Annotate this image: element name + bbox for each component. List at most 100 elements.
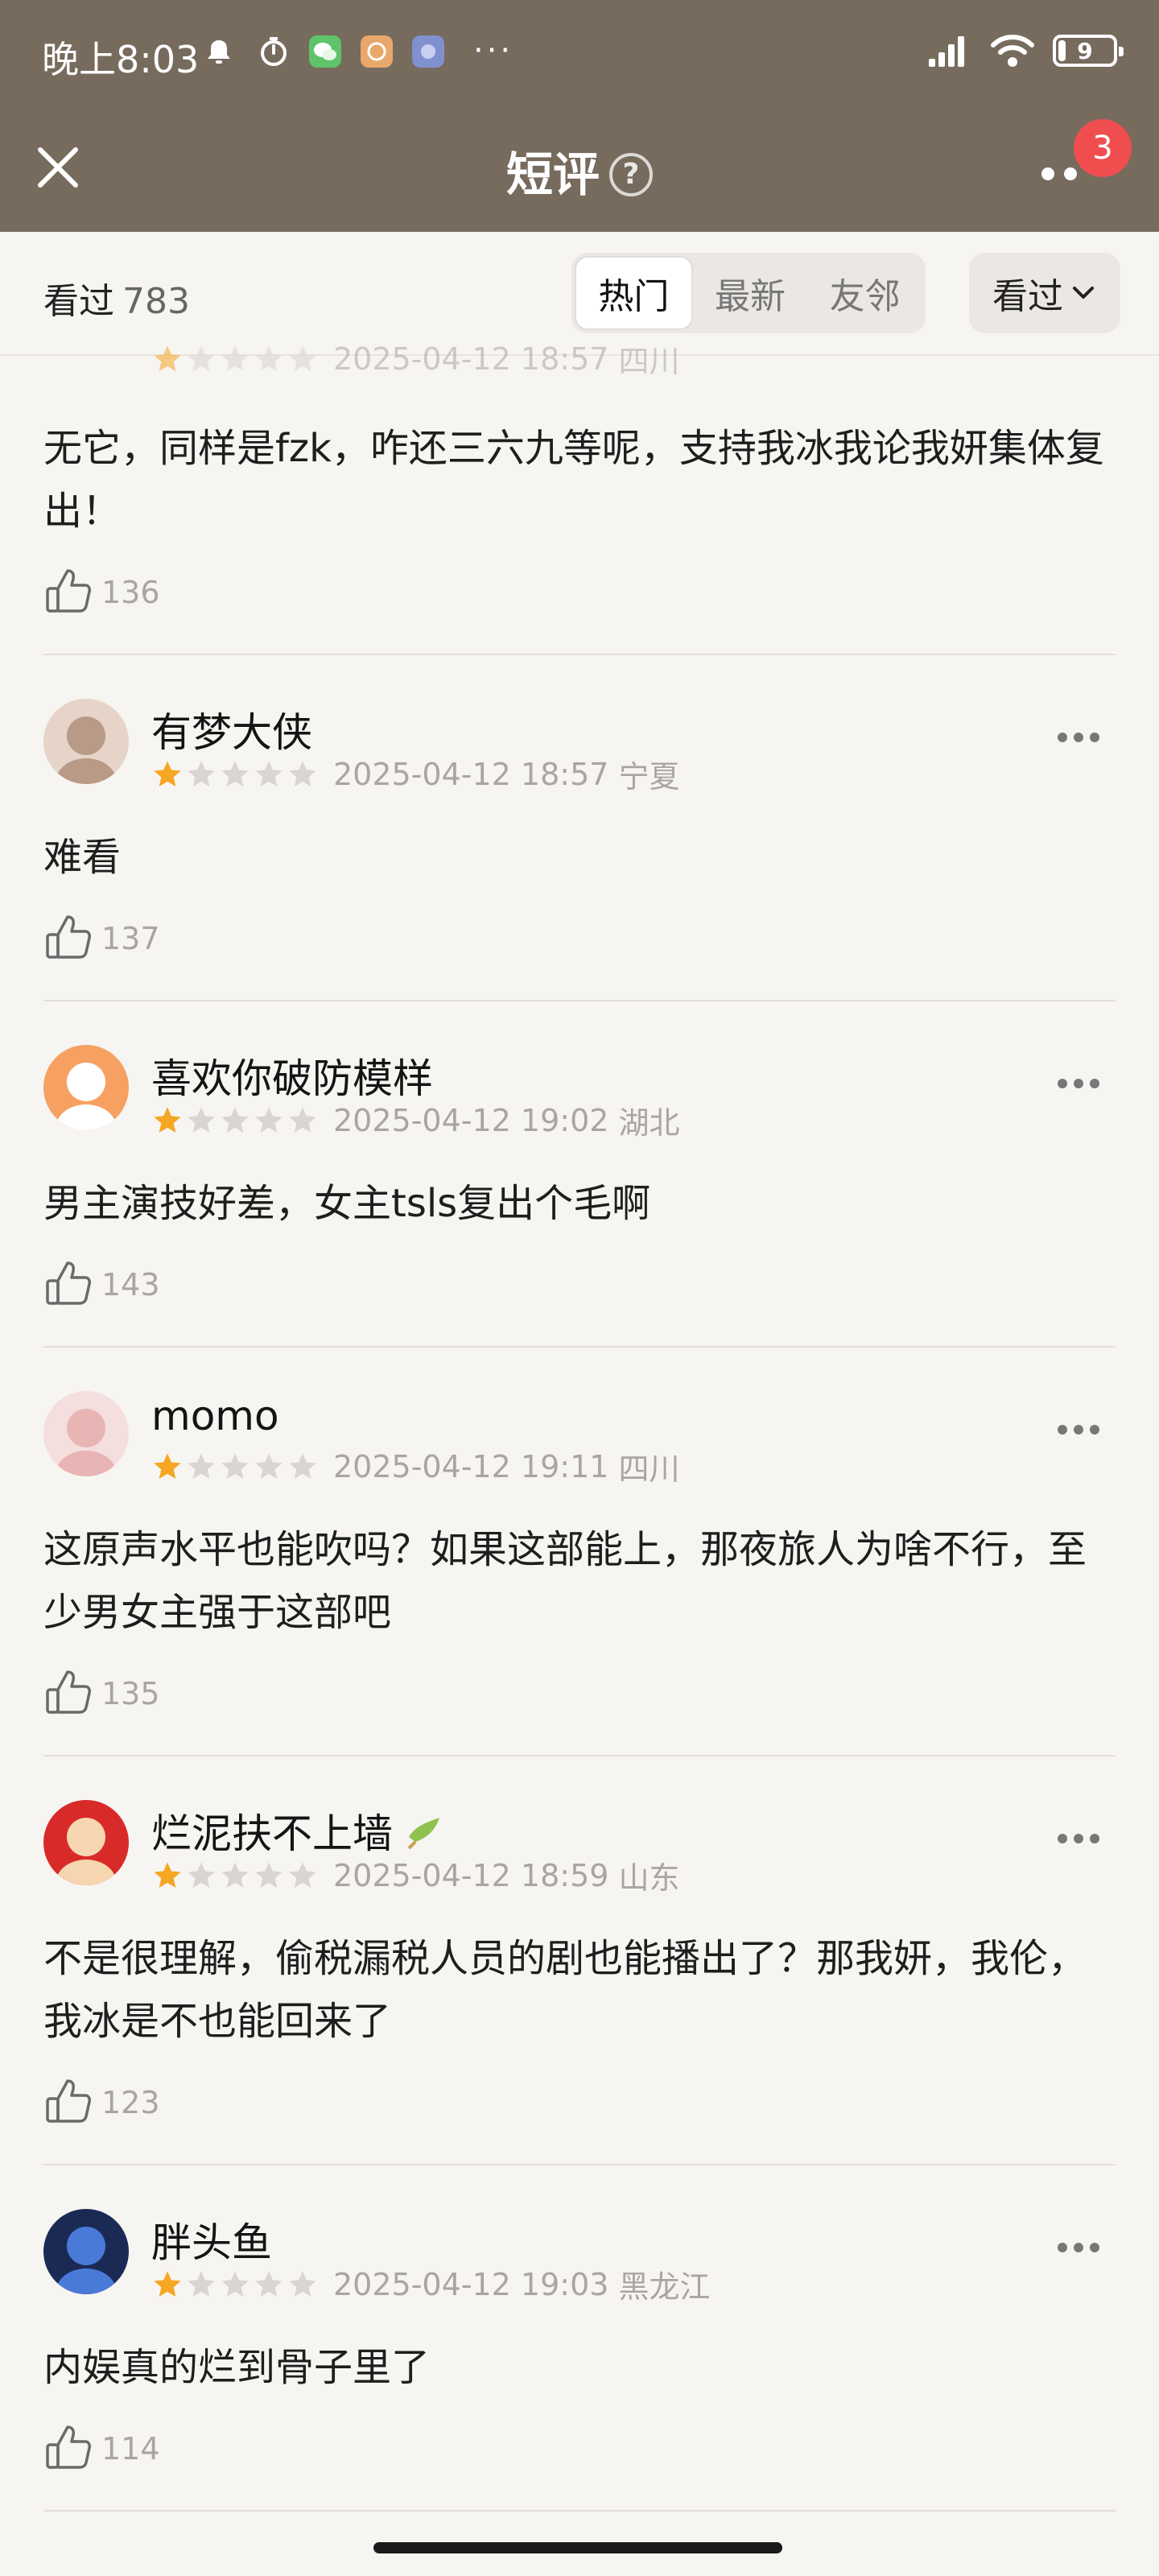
star-icon	[221, 345, 249, 371]
star-icon	[255, 345, 283, 371]
star-icon	[154, 1106, 181, 1133]
like-button[interactable]: 136	[43, 560, 1116, 625]
like-button[interactable]: 137	[43, 906, 1116, 971]
signal-icon	[929, 36, 964, 67]
username[interactable]: 胖头鱼	[151, 2211, 272, 2268]
star-icon	[289, 1861, 316, 1888]
avatar[interactable]	[43, 1391, 129, 1476]
star-icon	[154, 2270, 181, 2297]
comment-item: 烂泥扶不上墙 2025-04-12 18:59 山东不是很理解，偷税漏税人员的剧也能…	[43, 1757, 1116, 2165]
star-icon	[289, 760, 316, 786]
like-count: 135	[101, 1676, 160, 1711]
comment-location: 湖北	[618, 1105, 680, 1141]
thumbs-up-icon	[43, 2422, 93, 2475]
comment-location: 山东	[618, 1860, 680, 1896]
avatar[interactable]	[43, 2209, 129, 2294]
avatar[interactable]	[43, 1045, 129, 1130]
notification-badge: 3	[1074, 119, 1132, 177]
comment-meta: 2025-04-12 19:02 湖北	[151, 1098, 679, 1142]
like-button[interactable]: 135	[43, 1662, 1116, 1726]
like-button[interactable]: 114	[43, 2417, 1116, 2481]
thumbs-up-icon	[43, 1667, 93, 1720]
star-icon	[289, 1452, 316, 1479]
star-icon	[154, 1452, 181, 1479]
comment-location: 四川	[618, 344, 680, 379]
seen-number: 783	[122, 281, 190, 322]
star-icon	[221, 760, 249, 786]
avatar[interactable]	[43, 699, 129, 784]
username[interactable]: momo	[151, 1393, 279, 1439]
comment-text: 男主演技好差，女主tsls复出个毛啊	[43, 1181, 651, 1226]
comment-date: 2025-04-12 18:59	[333, 1857, 609, 1893]
comment-meta: 2025-04-12 19:03 黑龙江	[151, 2262, 710, 2306]
comment-meta: 2025-04-12 18:57 四川	[151, 336, 679, 381]
system-indicators: 9	[927, 31, 1124, 71]
comment-text: 内娱真的烂到骨子里了	[43, 2345, 431, 2390]
alarm-icon	[208, 40, 230, 64]
star-icon	[188, 2270, 215, 2297]
comment-more-button[interactable]	[1058, 1834, 1099, 1843]
username[interactable]: 喜欢你破防模样	[151, 1046, 433, 1104]
comment-more-button[interactable]	[1058, 2243, 1099, 2252]
comment-more-button[interactable]	[1058, 1079, 1099, 1088]
status-filter-label: 看过	[992, 276, 1063, 317]
header-area: 晚上8:03 ··· 9 短评 ? 3	[0, 0, 1159, 232]
like-count: 137	[101, 921, 160, 956]
comment-location: 四川	[618, 1451, 680, 1487]
comment-text: 这原声水平也能吹吗？如果这部能上，那夜旅人为啥不行，至少男女主强于这部吧	[43, 1527, 1087, 1635]
help-icon[interactable]: ?	[609, 152, 653, 196]
thumbs-up-icon	[43, 2076, 93, 2129]
comment-text: 难看	[43, 835, 122, 880]
rating-stars	[151, 343, 319, 375]
status-filter-dropdown[interactable]: 看过	[969, 253, 1120, 333]
comment-item: 胖头鱼 2025-04-12 19:03 黑龙江内娱真的烂到骨子里了 114	[43, 2165, 1116, 2512]
app-notification-icon	[412, 35, 444, 68]
status-bar: 晚上8:03 ··· 9	[0, 0, 1159, 103]
username[interactable]: 有梦大侠	[151, 700, 312, 758]
rating-stars	[151, 1451, 319, 1483]
star-icon	[255, 2270, 283, 2297]
like-button[interactable]: 123	[43, 2070, 1116, 2135]
home-indicator[interactable]	[373, 2542, 782, 2553]
comment-item: 无它，同样是fzk，咋还三六九等呢，支持我冰我论我妍集体复出！ 136 2025-0…	[43, 341, 1116, 655]
tab-friends[interactable]: 友邻	[807, 256, 922, 330]
comment-more-button[interactable]	[1058, 1425, 1099, 1435]
wechat-icon	[309, 35, 341, 68]
comment-text: 无它，同样是fzk，咋还三六九等呢，支持我冰我论我妍集体复出！	[43, 426, 1104, 534]
comment-date: 2025-04-12 19:03	[333, 2266, 609, 2302]
page-title-text: 短评	[505, 147, 600, 202]
seen-count: 看过 783	[43, 272, 190, 324]
star-icon	[221, 1452, 249, 1479]
avatar[interactable]	[43, 1800, 129, 1885]
star-icon	[221, 1861, 249, 1888]
comment-text: 不是很理解，偷税漏税人员的剧也能播出了？那我妍，我伦，我冰是不也能回来了	[43, 1936, 1087, 2044]
tab-hot[interactable]: 热门	[575, 256, 693, 330]
thumbs-up-icon	[43, 566, 93, 619]
username[interactable]: 烂泥扶不上墙	[151, 1802, 446, 1860]
comment-meta: 2025-04-12 18:59 山东	[151, 1853, 679, 1897]
comment-item: 喜欢你破防模样 2025-04-12 19:02 湖北男主演技好差，女主tsls复出…	[43, 1001, 1116, 1348]
battery-level: 9	[1077, 37, 1093, 64]
star-icon	[255, 1861, 283, 1888]
more-notifications: ···	[473, 32, 514, 69]
star-icon	[255, 1452, 283, 1479]
nav-bar: 短评? 3	[0, 103, 1159, 232]
like-button[interactable]: 143	[43, 1253, 1116, 1317]
comment-date: 2025-04-12 18:57	[333, 756, 609, 792]
rating-stars	[151, 758, 319, 791]
star-icon	[289, 2270, 316, 2297]
comment-date: 2025-04-12 18:57	[333, 341, 609, 377]
tab-latest[interactable]: 最新	[693, 256, 808, 330]
like-count: 143	[101, 1267, 160, 1302]
battery-icon: 9	[1053, 35, 1124, 67]
star-icon	[154, 760, 181, 786]
bird-badge-icon	[407, 1818, 439, 1850]
status-time: 晚上8:03	[42, 38, 200, 81]
star-icon	[289, 345, 316, 371]
comment-meta: 2025-04-12 18:57 宁夏	[151, 752, 679, 796]
star-icon	[255, 760, 283, 786]
thumbs-up-icon	[43, 912, 93, 965]
star-icon	[188, 345, 215, 371]
rating-stars	[151, 2268, 319, 2301]
comment-more-button[interactable]	[1058, 733, 1099, 742]
